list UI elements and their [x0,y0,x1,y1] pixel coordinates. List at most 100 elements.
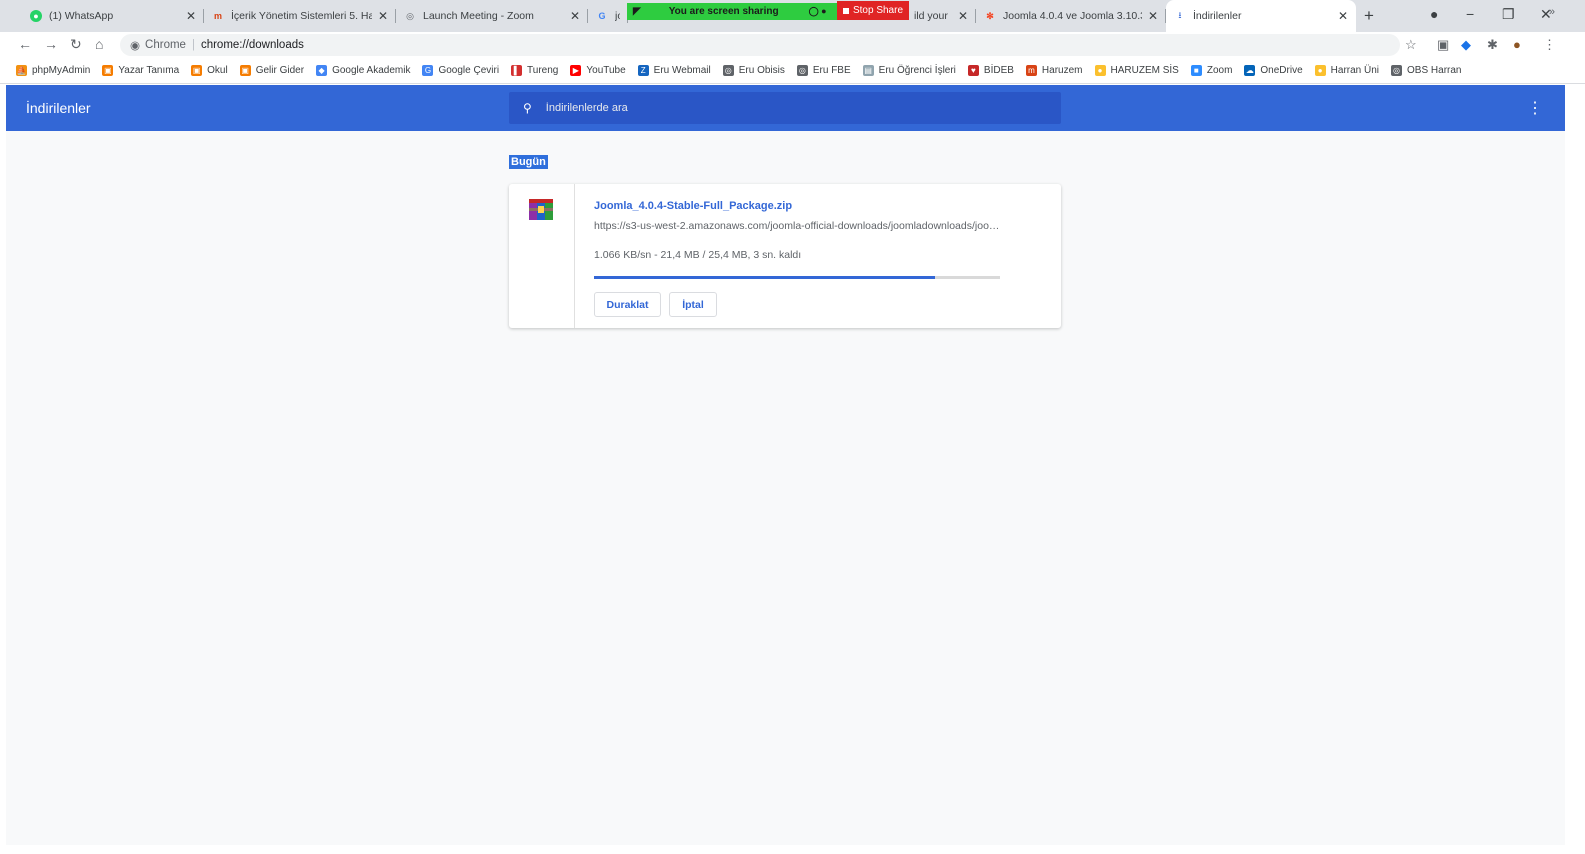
search-input[interactable] [543,101,1028,115]
more-bookmarks-icon[interactable]: » [1549,6,1555,18]
onedrive-icon: ☁ [1244,65,1256,76]
bookmark-star-icon[interactable]: ☆ [1405,37,1417,53]
browser-window: ● (1) WhatsApp ✕ m İçerik Yönetim Sistem… [0,0,1585,854]
stop-icon [842,7,849,14]
bookmark-item[interactable]: ▤ Eru Öğrenci İşleri [862,65,956,76]
harran-uni-icon: m [1025,65,1037,76]
cancel-button[interactable]: İptal [669,292,717,317]
pause-button[interactable]: Duraklat [594,292,661,317]
bookmark-item[interactable]: ▶ YouTube [570,65,626,76]
translate-icon: G [422,65,434,76]
search-box[interactable]: ⚲ [509,92,1061,124]
close-icon[interactable]: ✕ [1338,9,1348,23]
search-icon: ⚲ [523,101,532,115]
tab-search-icon[interactable]: ● [1430,6,1438,22]
bookmark-label: Zoom [1206,65,1233,76]
tab-google-search[interactable]: G jo [588,3,628,29]
restore-button[interactable]: ❐ [1502,6,1515,23]
bookmark-item[interactable]: Z Eru Webmail [637,65,711,76]
close-icon[interactable]: ✕ [570,9,580,23]
tab-downloads[interactable]: ⭳ İndirilenler ✕ [1166,0,1356,32]
close-icon[interactable]: ✕ [186,9,196,23]
close-icon[interactable]: ✕ [378,9,388,23]
screen-share-bar: ◤ You are screen sharing ◯ ● [627,3,837,20]
bookmark-label: Okul [207,65,228,76]
downloads-page: İndirilenler ⚲ ⋮ Bugün Joomla_4.0.4-Stab… [6,85,1565,845]
bookmark-item[interactable]: ◎ Eru Obisis [722,65,785,76]
download-item-card: Joomla_4.0.4-Stable-Full_Package.zip htt… [509,184,1061,328]
whatsapp-icon: ● [30,10,42,22]
orange-app-icon: ▣ [191,65,203,76]
bookmark-label: OBS Harran [1407,65,1462,76]
bookmark-item[interactable]: ⛵ phpMyAdmin [16,65,90,76]
tab-zoom-meeting[interactable]: ◎ Launch Meeting - Zoom ✕ [396,3,588,29]
bookmark-label: Eru FBE [812,65,851,76]
graduation-cap-icon[interactable]: ◆ [1461,37,1471,53]
bookmark-item[interactable]: ◎ Eru FBE [796,65,851,76]
globe-icon: ◎ [796,65,808,76]
bookmark-item[interactable]: ♥ BİDEB [967,65,1014,76]
bookmark-item[interactable]: ▣ Gelir Gider [239,65,305,76]
tab-joomla-versions[interactable]: ✻ Joomla 4.0.4 ve Joomla 3.10.3 b ✕ [976,3,1166,29]
globe-icon: ◎ [722,65,734,76]
bookmark-label: Gelir Gider [255,65,305,76]
bookmark-item[interactable]: ▣ Okul [191,65,228,76]
zoom-icon: ■ [1190,65,1202,76]
tab-strip: ● (1) WhatsApp ✕ m İçerik Yönetim Sistem… [0,0,1585,32]
bookmark-label: Eru Obisis [738,65,785,76]
bookmark-item[interactable]: ◎ OBS Harran [1391,65,1461,76]
bookmark-item[interactable]: ● Harran Üni [1314,65,1379,76]
home-icon[interactable]: ⌂ [95,36,103,52]
bookmarks-bar: ⛵ phpMyAdmin ▣ Yazar Tanıma ▣ Okul ▣ Gelir Gide… [0,58,1585,84]
globe-icon: ◎ [406,10,414,21]
back-arrow-icon[interactable]: ← [18,36,32,52]
stop-share-button[interactable]: Stop Share [837,1,909,20]
tab-whatsapp[interactable]: ● (1) WhatsApp ✕ [22,3,204,29]
bookmark-label: Eru Öğrenci İşleri [878,65,956,76]
bookmark-label: BİDEB [983,65,1014,76]
google-icon: G [598,11,606,21]
forward-arrow-icon[interactable]: → [44,36,58,52]
tureng-icon: ▌ [511,65,523,76]
bookmark-label: Google Çeviri [438,65,500,76]
reload-icon[interactable]: ↻ [70,36,82,53]
file-name-link[interactable]: Joomla_4.0.4-Stable-Full_Package.zip [594,200,792,212]
minimize-button[interactable]: − [1466,6,1474,22]
youtube-icon: ▶ [570,65,582,76]
more-options-icon[interactable]: ⋮ [1527,98,1543,118]
tab-icerik-yonetim[interactable]: m İçerik Yönetim Sistemleri 5. Hafta ✕ [204,3,396,29]
close-icon[interactable]: ✕ [958,9,968,23]
new-tab-button[interactable]: + [1364,6,1374,26]
browser-toolbar: ← → ↻ ⌂ ◉ Chrome | chrome://downloads ☆ … [0,32,1585,58]
bookmark-label: phpMyAdmin [32,65,91,76]
bookmark-item[interactable]: m Haruzem [1025,65,1083,76]
close-icon[interactable]: ✕ [1148,9,1158,23]
tab-build-your[interactable]: ild your ✕ [906,3,976,29]
download-icon: ⭳ [1178,10,1182,20]
bookmark-label: Haruzem [1041,65,1083,76]
bookmark-item[interactable]: ■ Zoom [1190,65,1233,76]
bookmark-item[interactable]: G Google Çeviri [422,65,499,76]
chrome-menu-icon[interactable]: ⋮ [1543,37,1556,53]
downloads-toolbar: İndirilenler ⚲ ⋮ [6,85,1565,131]
file-icon-column [509,184,575,328]
bookmark-label: Google Akademik [332,65,411,76]
winrar-archive-icon [529,199,553,220]
avatar[interactable]: ● [1513,37,1521,52]
bookmark-label: Yazar Tanıma [118,65,180,76]
address-bar[interactable]: ◉ Chrome | chrome://downloads [120,34,1400,56]
bookmark-item[interactable]: ▌ Tureng [511,65,558,76]
file-source-url[interactable]: https://s3-us-west-2.amazonaws.com/jooml… [594,220,1004,232]
graduation-cap-icon: ◆ [316,65,328,76]
puzzle-icon[interactable]: ✱ [1487,37,1498,53]
bookmark-item[interactable]: ◆ Google Akademik [316,65,410,76]
share-signal-icon: ◤ [633,6,641,17]
extension-icon[interactable]: ▣ [1437,37,1449,53]
bookmark-item[interactable]: ▣ Yazar Tanıma [102,65,179,76]
bookmark-item[interactable]: ● HARUZEM SİS [1094,65,1179,76]
download-status: 1.066 KB/sn - 21,4 MB / 25,4 MB, 3 sn. k… [594,249,802,261]
joomla-icon: ✻ [986,10,994,21]
globe-icon: ◎ [1391,65,1403,76]
download-progress-fill [594,276,936,279]
bookmark-item[interactable]: ☁ OneDrive [1244,65,1303,76]
